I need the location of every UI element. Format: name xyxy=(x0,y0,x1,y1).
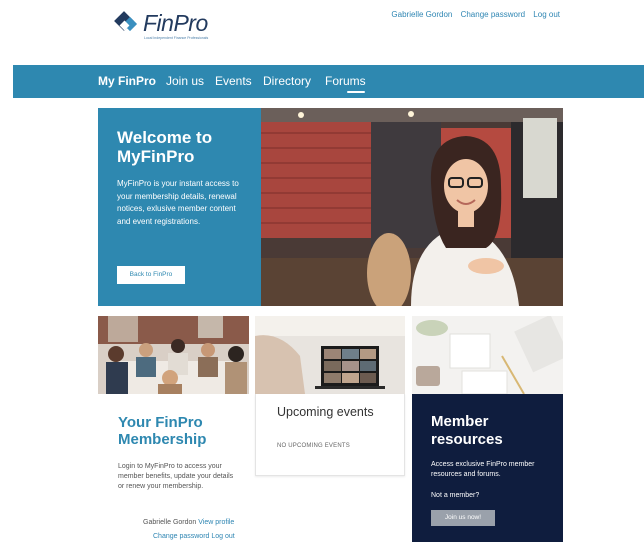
logo-wordmark: FinPro xyxy=(143,10,208,36)
membership-text: Login to MyFinPro to access your member … xyxy=(118,463,234,490)
membership-card: Your FinPro Membership Login to MyFinPro… xyxy=(98,394,249,542)
logo-tagline: Local Independent Finance Professionals xyxy=(144,36,209,40)
nav-hover-underline xyxy=(347,91,365,93)
join-us-now-button[interactable]: Join us now! xyxy=(431,510,495,526)
nav-item-join-us[interactable]: Join us xyxy=(166,74,204,88)
meeting-photo xyxy=(98,316,249,394)
membership-links: Change password Log out xyxy=(153,533,235,540)
membership-user-line: Gabrielle Gordon View profile xyxy=(143,519,234,526)
finpro-logo[interactable]: FinPro Local Independent Finance Profess… xyxy=(113,8,223,42)
back-to-finpro-button[interactable]: Back to FinPro xyxy=(117,266,185,284)
nav-item-events[interactable]: Events xyxy=(215,74,252,88)
events-title: Upcoming events xyxy=(277,405,374,419)
nav-item-my-finpro[interactable]: My FinPro xyxy=(98,74,156,88)
hero-photo xyxy=(261,108,563,306)
nav-item-forums[interactable]: Forums xyxy=(325,74,366,88)
membership-title: Your FinPro Membership xyxy=(118,414,207,448)
not-member-text: Not a member? xyxy=(431,492,480,499)
logout-link[interactable]: Log out xyxy=(533,10,560,19)
membership-user-name: Gabrielle Gordon xyxy=(143,519,197,526)
membership-logout-link[interactable]: Log out xyxy=(211,533,234,540)
view-profile-link[interactable]: View profile xyxy=(198,519,234,526)
main-nav: My FinPro Join us Events Directory Forum… xyxy=(13,65,644,98)
resources-title: Member resources xyxy=(431,413,503,448)
user-name-link[interactable]: Gabrielle Gordon xyxy=(391,10,452,19)
resources-card: Member resources Access exclusive FinPro… xyxy=(412,394,563,542)
resources-text: Access exclusive FinPro member resources… xyxy=(431,461,535,478)
hero-title: Welcome to MyFinPro xyxy=(117,128,213,166)
video-call-photo xyxy=(255,316,405,394)
account-links: Gabrielle Gordon Change password Log out xyxy=(385,10,560,19)
desk-photo xyxy=(412,316,563,394)
no-events-text: NO UPCOMING EVENTS xyxy=(277,443,350,449)
hero-panel: Welcome to MyFinPro MyFinPro is your ins… xyxy=(98,108,261,306)
nav-item-directory[interactable]: Directory xyxy=(263,74,311,88)
hero-text: MyFinPro is your instant access to your … xyxy=(117,179,239,226)
logo-diamond-icon xyxy=(114,11,138,32)
change-password-link[interactable]: Change password xyxy=(461,10,525,19)
membership-change-password-link[interactable]: Change password xyxy=(153,533,209,540)
events-card: Upcoming events NO UPCOMING EVENTS xyxy=(255,394,405,476)
